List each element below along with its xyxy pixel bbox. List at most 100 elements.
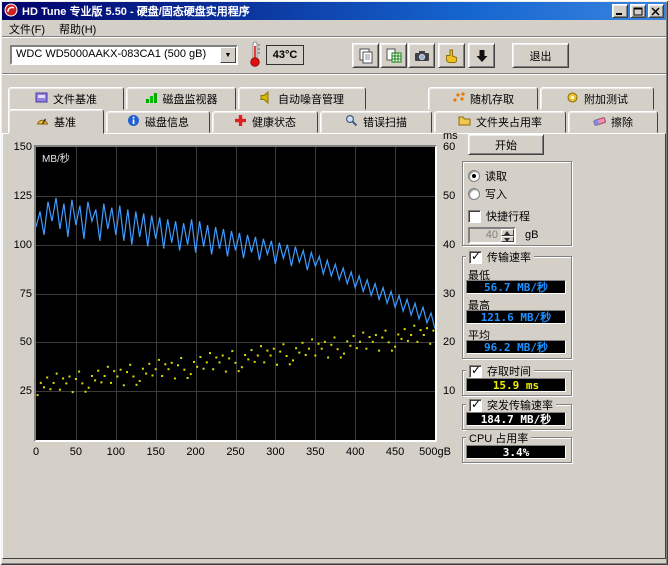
tab-erase[interactable]: 擦除	[568, 111, 658, 133]
camera-icon	[414, 48, 430, 64]
disk-monitor-icon	[145, 91, 158, 107]
short-stroke-label: 快捷行程	[486, 208, 530, 224]
exit-button[interactable]: 退出	[512, 43, 569, 68]
screenshot-button[interactable]	[408, 43, 435, 68]
copy-text-button[interactable]	[352, 43, 379, 68]
toolbar-divider	[2, 73, 666, 75]
y-left-tick: 25	[2, 385, 32, 397]
y-left-tick: 125	[2, 190, 32, 202]
write-radio-label: 写入	[485, 186, 507, 202]
erase-eraser-icon	[593, 114, 606, 130]
short-stroke-unit: gB	[525, 229, 538, 241]
temperature-display: 43°C	[266, 45, 304, 65]
cpu-usage-value: 3.4%	[466, 445, 566, 459]
tab-label: 磁盘信息	[145, 114, 189, 130]
write-radio[interactable]: 写入	[468, 186, 507, 202]
menu-help[interactable]: 帮助(H)	[52, 20, 103, 38]
options-button[interactable]	[438, 43, 465, 68]
x-tick: 500gB	[415, 446, 455, 458]
short-stroke-checkbox[interactable]: 快捷行程	[468, 208, 530, 224]
tab-label: 健康状态	[252, 114, 296, 130]
tab-file-benchmark[interactable]: 文件基准	[8, 87, 124, 110]
x-tick: 450	[375, 446, 415, 458]
read-radio[interactable]: 读取	[468, 168, 507, 184]
tab-label: 随机存取	[470, 91, 514, 107]
menu-file[interactable]: 文件(F)	[2, 20, 52, 38]
tab-disk-info[interactable]: 磁盘信息	[106, 111, 210, 133]
access-time-checkbox[interactable]: 存取时间	[466, 363, 534, 379]
thermometer-icon	[248, 40, 262, 71]
minimize-button[interactable]	[612, 4, 628, 18]
x-tick: 150	[136, 446, 176, 458]
tab-label: 文件基准	[53, 91, 97, 107]
checkbox-box	[469, 365, 482, 378]
max-value: 121.6 MB/秒	[466, 310, 566, 324]
extra-tests-icon	[566, 91, 579, 107]
access-time-label: 存取时间	[487, 363, 531, 379]
y-left-tick: 50	[2, 336, 32, 348]
hdtune-window: HD Tune 专业版 5.50 - 硬盘/固态硬盘实用程序 文件(F) 帮助(…	[0, 0, 668, 565]
tab-extra-tests[interactable]: 附加测试	[540, 87, 654, 110]
spinner-down-icon[interactable]	[501, 236, 514, 243]
tab-benchmark[interactable]: 基准	[8, 109, 104, 134]
y-left-tick: 100	[2, 239, 32, 251]
y-left-axis-label: MB/秒	[42, 150, 70, 165]
start-button[interactable]: 开始	[468, 134, 544, 155]
down-arrow-icon	[474, 48, 490, 64]
health-cross-icon	[234, 114, 247, 130]
copy-text-icon	[358, 48, 374, 64]
dropdown-arrow-icon[interactable]: ▼	[220, 47, 236, 63]
tab-random-access[interactable]: 随机存取	[428, 87, 538, 110]
cpu-usage-label: CPU 占用率	[466, 430, 531, 446]
checkbox-box	[468, 210, 481, 223]
y-right-tick: 50	[443, 190, 469, 202]
aam-speaker-icon	[260, 91, 273, 107]
tab-disk-monitor[interactable]: 磁盘监视器	[126, 87, 236, 110]
drive-selector[interactable]: WDC WD5000AAKX-083CA1 (500 gB) ▼	[10, 45, 238, 65]
checkbox-box	[469, 251, 482, 264]
avg-value: 96.2 MB/秒	[466, 340, 566, 354]
disk-info-icon	[127, 114, 140, 130]
tab-label: 擦除	[611, 114, 633, 130]
tab-error-scan[interactable]: 错误扫描	[320, 111, 432, 133]
short-stroke-value: 40	[486, 229, 498, 241]
burst-rate-value: 184.7 MB/秒	[466, 412, 566, 426]
x-tick: 200	[176, 446, 216, 458]
tab-label: 磁盘监视器	[163, 91, 218, 107]
app-icon	[4, 3, 18, 20]
x-tick: 300	[255, 446, 295, 458]
min-value: 56.7 MB/秒	[466, 280, 566, 294]
transfer-rate-label: 传输速率	[487, 249, 531, 265]
access-time-value: 15.9 ms	[466, 378, 566, 392]
hand-icon	[444, 48, 460, 64]
tab-label: 附加测试	[584, 91, 628, 107]
tab-aam[interactable]: 自动噪音管理	[238, 87, 366, 110]
radio-dot	[472, 174, 476, 178]
x-tick: 250	[216, 446, 256, 458]
radio-circle	[468, 170, 480, 182]
x-tick: 0	[16, 446, 56, 458]
checkbox-box	[469, 399, 482, 412]
tab-label: 自动噪音管理	[278, 91, 344, 107]
save-button[interactable]	[468, 43, 495, 68]
menubar: 文件(F) 帮助(H)	[2, 20, 666, 37]
y-left-tick: 75	[2, 288, 32, 300]
maximize-button[interactable]	[630, 4, 646, 18]
benchmark-chart: MB/秒	[34, 145, 437, 442]
y-left-tick: 150	[2, 141, 32, 153]
transfer-rate-checkbox[interactable]: 传输速率	[466, 249, 534, 265]
x-tick: 100	[96, 446, 136, 458]
toolbar: WDC WD5000AAKX-083CA1 (500 gB) ▼ 43°C 退出	[2, 38, 666, 71]
x-tick: 50	[56, 446, 96, 458]
titlebar[interactable]: HD Tune 专业版 5.50 - 硬盘/固态硬盘实用程序	[2, 2, 666, 20]
random-access-icon	[452, 91, 465, 107]
copy-table-button[interactable]	[380, 43, 407, 68]
tab-label: 基准	[54, 114, 76, 130]
tab-health[interactable]: 健康状态	[212, 111, 318, 133]
tab-label: 文件夹占用率	[476, 114, 542, 130]
close-button[interactable]	[648, 4, 664, 18]
short-stroke-spinner[interactable]: 40	[468, 227, 516, 244]
copy-table-icon	[386, 48, 402, 64]
folder-usage-icon	[458, 114, 471, 130]
error-scan-magnifier-icon	[345, 114, 358, 130]
